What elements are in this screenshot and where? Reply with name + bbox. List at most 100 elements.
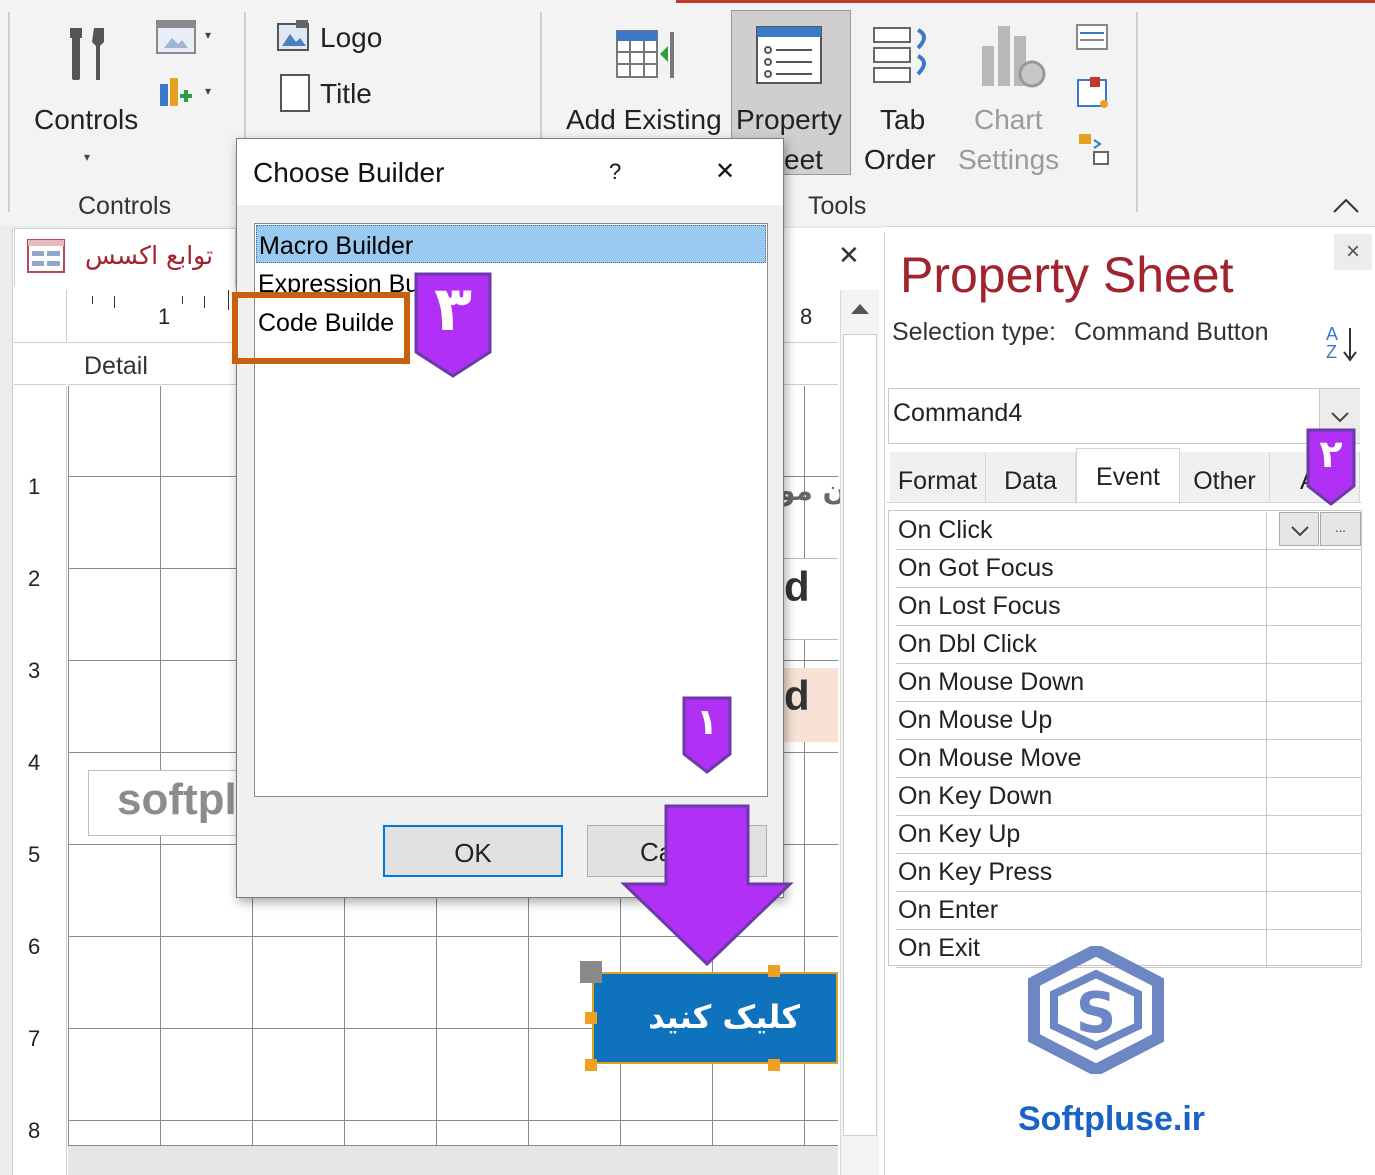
ruler-mark: 4 xyxy=(28,750,41,775)
ruler-mark: 6 xyxy=(28,934,41,959)
form-icon xyxy=(27,239,65,273)
logo-icon[interactable] xyxy=(276,18,312,54)
event-value[interactable] xyxy=(1266,740,1363,777)
resize-handle[interactable] xyxy=(585,1012,597,1024)
tab-order-label[interactable]: Tab xyxy=(880,104,925,136)
convert-macros-icon[interactable] xyxy=(1078,132,1112,166)
tab-divider xyxy=(886,502,1362,503)
event-value[interactable] xyxy=(1266,930,1363,967)
event-row-on-enter[interactable]: On Enter xyxy=(896,892,1362,930)
dialog-title: Choose Builder xyxy=(253,157,445,188)
scroll-up-icon[interactable] xyxy=(849,298,871,318)
controls-dropdown-icon[interactable]: ▾ xyxy=(84,150,90,164)
step-2-badge: ۲ xyxy=(1306,428,1356,506)
event-row-on-lost-focus[interactable]: On Lost Focus xyxy=(896,588,1362,626)
object-selector[interactable]: Command4 xyxy=(888,388,1360,444)
command-button-caption: کلیک کنید xyxy=(648,998,800,1036)
ribbon-accent-line xyxy=(676,0,1375,3)
on-click-dropdown-icon[interactable] xyxy=(1279,512,1319,546)
step-1-badge: ۱ xyxy=(682,696,732,774)
ruler-mark: 3 xyxy=(28,658,41,683)
detail-label: Detail xyxy=(84,352,148,380)
close-document-icon[interactable]: ✕ xyxy=(838,240,860,271)
ruler-corner xyxy=(14,290,67,343)
event-value[interactable] xyxy=(1266,778,1363,815)
chart-dropdown-icon[interactable]: ▾ xyxy=(205,84,211,98)
event-row-on-key-down[interactable]: On Key Down xyxy=(896,778,1362,816)
collapse-ribbon-icon[interactable] xyxy=(1332,196,1360,216)
logo-label[interactable]: Logo xyxy=(320,22,382,54)
event-value[interactable] xyxy=(1266,626,1363,663)
svg-text:S: S xyxy=(1076,981,1116,1046)
softpl-label-box[interactable]: softpl xyxy=(88,770,240,836)
event-row-on-dbl-click[interactable]: On Dbl Click xyxy=(896,626,1362,664)
list-item-macro-builder[interactable]: Macro Builder xyxy=(256,225,766,263)
property-sheet-label-2[interactable]: eet xyxy=(784,144,823,176)
resize-handle[interactable] xyxy=(768,1059,780,1071)
vertical-ruler: 1 2 3 4 5 6 7 8 xyxy=(14,386,67,1175)
dialog-title-bar: Choose Builder ? ✕ xyxy=(237,139,783,205)
insert-chart-icon[interactable] xyxy=(158,76,194,110)
form-label-partial[interactable]: ن مو xyxy=(778,474,847,507)
scroll-thumb[interactable] xyxy=(843,334,877,1136)
add-existing-label[interactable]: Add Existing xyxy=(566,104,722,136)
event-row-on-got-focus[interactable]: On Got Focus xyxy=(896,550,1362,588)
title-label[interactable]: Title xyxy=(320,78,372,110)
move-handle[interactable] xyxy=(580,961,602,983)
tab-order-icon[interactable] xyxy=(872,24,934,86)
subform-icon[interactable] xyxy=(1076,24,1110,52)
event-row-on-mouse-up[interactable]: On Mouse Up xyxy=(896,702,1362,740)
ruler-mark: 1 xyxy=(158,304,171,329)
ok-button[interactable]: OK xyxy=(383,825,563,877)
tab-other[interactable]: Other xyxy=(1180,452,1270,502)
horizontal-scrollbar[interactable] xyxy=(68,1146,838,1175)
section-selector[interactable] xyxy=(14,344,66,385)
help-icon[interactable]: ? xyxy=(609,159,621,185)
tab-format[interactable]: Format xyxy=(890,452,986,502)
tab-data[interactable]: Data xyxy=(986,452,1076,502)
event-value[interactable] xyxy=(1266,664,1363,701)
event-value[interactable] xyxy=(1266,550,1363,587)
event-value[interactable] xyxy=(1266,702,1363,739)
code-builder-highlight xyxy=(232,292,410,364)
form-textbox-partial[interactable]: d xyxy=(784,558,838,640)
view-code-icon[interactable] xyxy=(1076,76,1110,110)
property-sheet-label[interactable]: Property xyxy=(736,104,842,136)
ruler-mark: 1 xyxy=(28,474,41,499)
event-value[interactable] xyxy=(1266,854,1363,891)
controls-icon[interactable] xyxy=(68,26,108,84)
selection-type-label: Selection type: xyxy=(892,318,1056,346)
document-tab[interactable]: توابع اکسس xyxy=(14,228,236,287)
event-value[interactable] xyxy=(1266,892,1363,929)
down-arrow-annotation xyxy=(620,804,794,968)
dialog-close-icon[interactable]: ✕ xyxy=(715,157,735,186)
tab-order-label-2[interactable]: Order xyxy=(864,144,936,176)
form-textbox-partial-2[interactable]: d xyxy=(784,668,838,742)
event-row-on-key-press[interactable]: On Key Press xyxy=(896,854,1362,892)
controls-label[interactable]: Controls xyxy=(34,104,138,136)
chart-settings-label: Chart xyxy=(974,104,1043,135)
command-button[interactable]: کلیک کنید xyxy=(592,972,838,1064)
softpluse-logo: S xyxy=(1026,943,1166,1077)
vertical-scrollbar[interactable] xyxy=(840,290,879,1175)
step-3-badge: ۳ xyxy=(414,272,492,378)
document-tab-title[interactable]: توابع اکسس xyxy=(85,241,213,270)
tab-event[interactable]: Event xyxy=(1076,448,1180,504)
event-value[interactable] xyxy=(1266,816,1363,853)
event-value[interactable] xyxy=(1266,588,1363,625)
event-row-on-mouse-move[interactable]: On Mouse Move xyxy=(896,740,1362,778)
sort-icon[interactable]: A Z xyxy=(1324,324,1360,364)
event-row-on-mouse-down[interactable]: On Mouse Down xyxy=(896,664,1362,702)
resize-handle[interactable] xyxy=(585,1059,597,1071)
add-existing-fields-icon[interactable] xyxy=(616,30,676,80)
close-property-sheet-icon[interactable]: × xyxy=(1334,234,1372,270)
event-row-on-key-up[interactable]: On Key Up xyxy=(896,816,1362,854)
on-click-builder-button[interactable]: ... xyxy=(1320,512,1361,546)
property-sheet-icon[interactable] xyxy=(756,26,822,84)
image-icon[interactable] xyxy=(156,20,196,54)
image-dropdown-icon[interactable]: ▾ xyxy=(205,28,211,42)
title-icon[interactable] xyxy=(280,74,310,112)
ribbon-separator xyxy=(8,12,10,212)
object-selector-value: Command4 xyxy=(893,399,1023,427)
property-sheet-title: Property Sheet xyxy=(900,247,1234,303)
